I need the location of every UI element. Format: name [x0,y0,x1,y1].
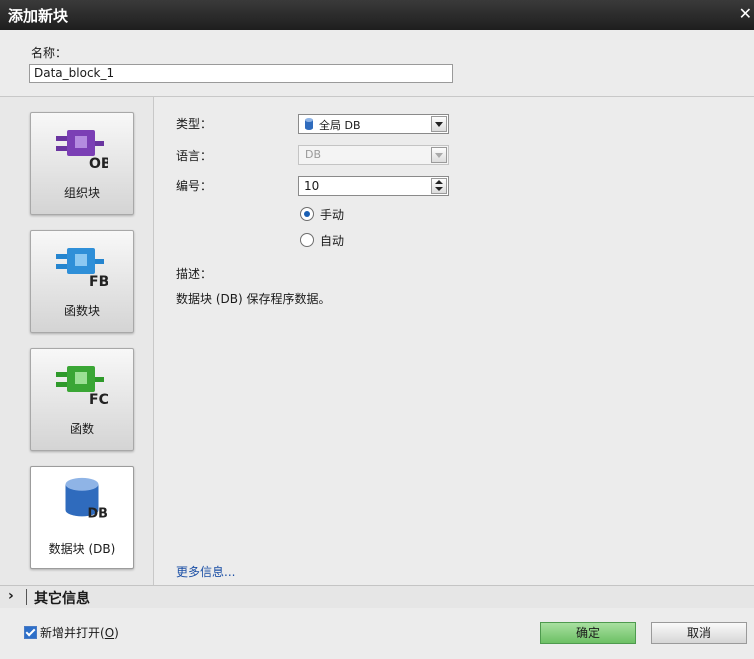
description-text: 数据块 (DB) 保存程序数据。 [176,292,331,306]
block-label-fb: 函数块 [63,304,100,318]
add-and-open-checkbox[interactable] [24,626,37,639]
fb-block-icon: FB [56,248,108,290]
language-select: DB [298,145,449,165]
cancel-button[interactable]: 取消 [651,622,747,644]
radio-manual-icon[interactable] [300,207,314,221]
add-new-block-dialog: 添加新块 ✕ 名称： Data_block_1 OB 组织块 FB 函数块 FC… [0,0,754,659]
radio-auto-icon[interactable] [300,233,314,247]
radio-auto-label: 自动 [320,234,345,248]
number-stepper[interactable]: 10 [298,176,449,196]
block-label-ob: 组织块 [63,186,100,200]
type-select[interactable]: 全局 DB [298,114,449,134]
number-value: 10 [304,179,320,193]
block-type-panel: OB 组织块 FB 函数块 FC 函数 DB 数据块 (DB) [0,97,154,585]
number-label: 编号： [176,179,213,193]
svg-text:FB: FB [89,274,108,290]
db-block-icon: DB [65,477,108,521]
description-label: 描述： [176,267,213,281]
block-button-fb[interactable]: FB 函数块 [30,230,134,333]
type-value: 全局 DB [319,119,361,132]
svg-text:DB: DB [88,506,108,521]
dialog-footer: 新增并打开(O) 确定 取消 [0,608,754,659]
add-and-open-label[interactable]: 新增并打开(O) [40,624,119,641]
divider [26,589,27,605]
block-label-fc: 函数 [69,422,94,436]
spin-buttons-icon[interactable] [431,178,447,194]
type-label: 类型： [176,117,213,131]
close-icon[interactable]: ✕ [739,4,752,23]
dialog-title: 添加新块 [8,7,69,25]
other-info-label: 其它信息 [34,591,90,607]
name-section: 名称： Data_block_1 [0,30,754,97]
fc-block-icon: FC [56,366,108,408]
svg-text:FC: FC [89,392,108,408]
chevron-down-icon[interactable] [431,116,447,132]
name-input[interactable]: Data_block_1 [29,64,453,83]
block-properties-panel: 类型： 全局 DB 语言： DB 编号： 10 手动 自动 描述： 数据块 (D… [154,97,754,585]
more-info-link[interactable]: 更多信息... [176,563,235,580]
svg-text:OB: OB [89,156,108,172]
title-bar: 添加新块 ✕ [0,0,754,30]
block-button-ob[interactable]: OB 组织块 [30,112,134,215]
db-type-icon [305,118,313,130]
language-value: DB [305,148,322,161]
radio-manual-label: 手动 [320,208,345,222]
ob-block-icon: OB [56,130,108,172]
block-button-db[interactable]: DB 数据块 (DB) [30,466,134,569]
chevron-right-icon[interactable]: › [8,588,14,604]
block-label-db: 数据块 (DB) [48,542,116,556]
other-info-section[interactable]: › 其它信息 [0,585,754,609]
language-label: 语言： [176,149,213,163]
ok-button[interactable]: 确定 [540,622,636,644]
name-label: 名称： [31,46,68,60]
chevron-down-icon [431,147,447,163]
block-button-fc[interactable]: FC 函数 [30,348,134,451]
